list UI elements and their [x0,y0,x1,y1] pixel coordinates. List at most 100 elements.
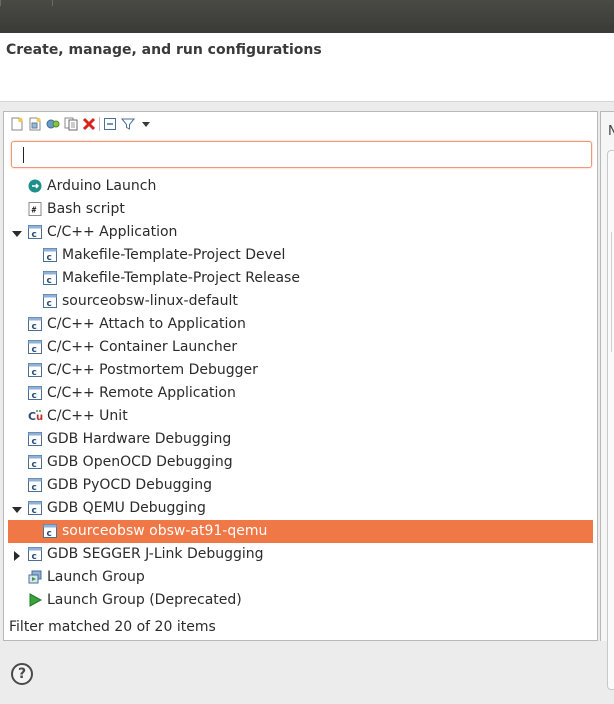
editor-frame [607,150,614,690]
run-icon [28,593,43,607]
c-app-icon: c [43,294,57,309]
titlebar-tab-divider [0,0,1,6]
tree-item-label: sourceobsw obsw-at91-qemu [62,523,268,539]
tree-item-label: Makefile-Template-Project Release [62,270,300,286]
tree-item-label: GDB OpenOCD Debugging [47,454,233,470]
tree-item[interactable]: # Bash script [8,198,593,221]
tree-item-label: C/C++ Container Launcher [47,339,238,355]
view-menu-icon[interactable] [137,115,155,133]
configuration-tree[interactable]: Arduino Launch # Bash script c C/C++ Applica… [8,175,593,612]
tree-item[interactable]: c GDB OpenOCD Debugging [8,451,593,474]
tree-item[interactable]: Arduino Launch [8,175,593,198]
titlebar-tab-divider [52,0,53,6]
svg-text:c: c [47,276,52,285]
bash-icon: # [28,202,42,216]
expand-arrow-icon[interactable] [12,549,22,561]
svg-text:c: c [32,391,37,400]
tree-item[interactable]: c GDB SEGGER J-Link Debugging [8,543,593,566]
tree-item-label: GDB QEMU Debugging [47,500,206,516]
svg-text:c: c [47,299,52,308]
c-app-icon: c [28,478,42,493]
svg-text:#: # [32,206,37,215]
tree-item[interactable]: c C/C++ Container Launcher [8,336,593,359]
launch-toolbar [8,115,155,133]
c-app-icon: c [28,432,42,447]
tree-item-label: C/C++ Application [47,224,178,240]
tree-item[interactable]: Cu C/C++ Unit [8,405,593,428]
dialog-header: Create, manage, and run configurations [0,33,614,102]
c-unit-icon: Cu [28,409,43,423]
tree-item[interactable]: c C/C++ Remote Application [8,382,593,405]
svg-text:c: c [32,322,37,331]
c-app-icon: c [43,248,57,263]
help-button[interactable]: ? [11,663,33,685]
arduino-icon [28,179,42,193]
filter-input[interactable] [12,142,591,167]
tree-item-label: Makefile-Template-Project Devel [62,247,286,263]
text-cursor [23,147,24,163]
dialog-title: Create, manage, and run configurations [6,42,322,58]
filter-icon[interactable] [119,115,137,133]
collapse-all-icon[interactable] [101,115,119,133]
tree-item[interactable]: c GDB QEMU Debugging [8,497,593,520]
svg-text:c: c [32,345,37,354]
tree-item[interactable]: c GDB PyOCD Debugging [8,474,593,497]
svg-text:C: C [28,410,36,423]
tree-item-label: Launch Group [47,569,145,585]
tree-item[interactable]: c C/C++ Application [8,221,593,244]
tree-item-label: C/C++ Attach to Application [47,316,246,332]
c-app-icon: c [28,547,42,562]
svg-text:c: c [32,483,37,492]
svg-text:c: c [32,460,37,469]
c-app-icon: c [28,340,42,355]
c-app-icon: c [43,524,57,539]
tree-item-label: GDB Hardware Debugging [47,431,232,447]
c-app-icon: c [28,225,42,240]
tree-item[interactable]: c GDB Hardware Debugging [8,428,593,451]
tree-item[interactable]: c C/C++ Attach to Application [8,313,593,336]
new-configuration-icon[interactable] [8,115,26,133]
tree-item-label: Bash script [47,201,125,217]
new-prototype-icon[interactable] [26,115,44,133]
tree-item-label: C/C++ Postmortem Debugger [47,362,258,378]
configuration-editor-panel: N [600,111,614,690]
collapse-arrow-icon[interactable] [12,503,22,513]
svg-text:c: c [47,253,52,262]
svg-text:c: c [32,230,37,239]
toolbar-separator [99,117,100,131]
c-app-icon: c [28,317,42,332]
svg-text:c: c [32,506,37,515]
launch-group-icon [28,570,42,584]
tree-item[interactable]: Launch Group [8,566,593,589]
editor-tab-label[interactable]: N [608,124,614,139]
tree-item-label: GDB PyOCD Debugging [47,477,213,493]
filter-status: Filter matched 20 of 20 items [9,619,216,635]
tree-item-label: GDB SEGGER J-Link Debugging [47,546,264,562]
svg-text:u: u [36,412,43,423]
tree-item-label: C/C++ Remote Application [47,385,236,401]
tree-item-selected[interactable]: c sourceobsw obsw-at91-qemu [8,520,593,543]
collapse-arrow-icon[interactable] [12,227,22,237]
tree-item[interactable]: c sourceobsw-linux-default [8,290,593,313]
delete-icon[interactable] [80,115,98,133]
tree-item-label: sourceobsw-linux-default [62,293,238,309]
help-icon: ? [17,666,27,682]
export-icon[interactable] [44,115,62,133]
tree-item-label: Launch Group (Deprecated) [47,592,242,608]
c-app-icon: c [28,363,42,378]
svg-text:c: c [32,368,37,377]
tree-item[interactable]: Launch Group (Deprecated) [8,589,593,612]
configuration-list-panel: Arduino Launch # Bash script c C/C++ Applica… [3,111,598,641]
duplicate-icon[interactable] [62,115,80,133]
tree-item[interactable]: c Makefile-Template-Project Devel [8,244,593,267]
window-titlebar [0,0,614,33]
c-app-icon: c [28,386,42,401]
filter-input-container[interactable] [11,141,592,168]
c-app-icon: c [28,501,42,516]
c-app-icon: c [28,455,42,470]
tree-item-label: Arduino Launch [47,178,157,194]
tree-item[interactable]: c Makefile-Template-Project Release [8,267,593,290]
svg-text:c: c [32,437,37,446]
c-app-icon: c [43,271,57,286]
tree-item[interactable]: c C/C++ Postmortem Debugger [8,359,593,382]
